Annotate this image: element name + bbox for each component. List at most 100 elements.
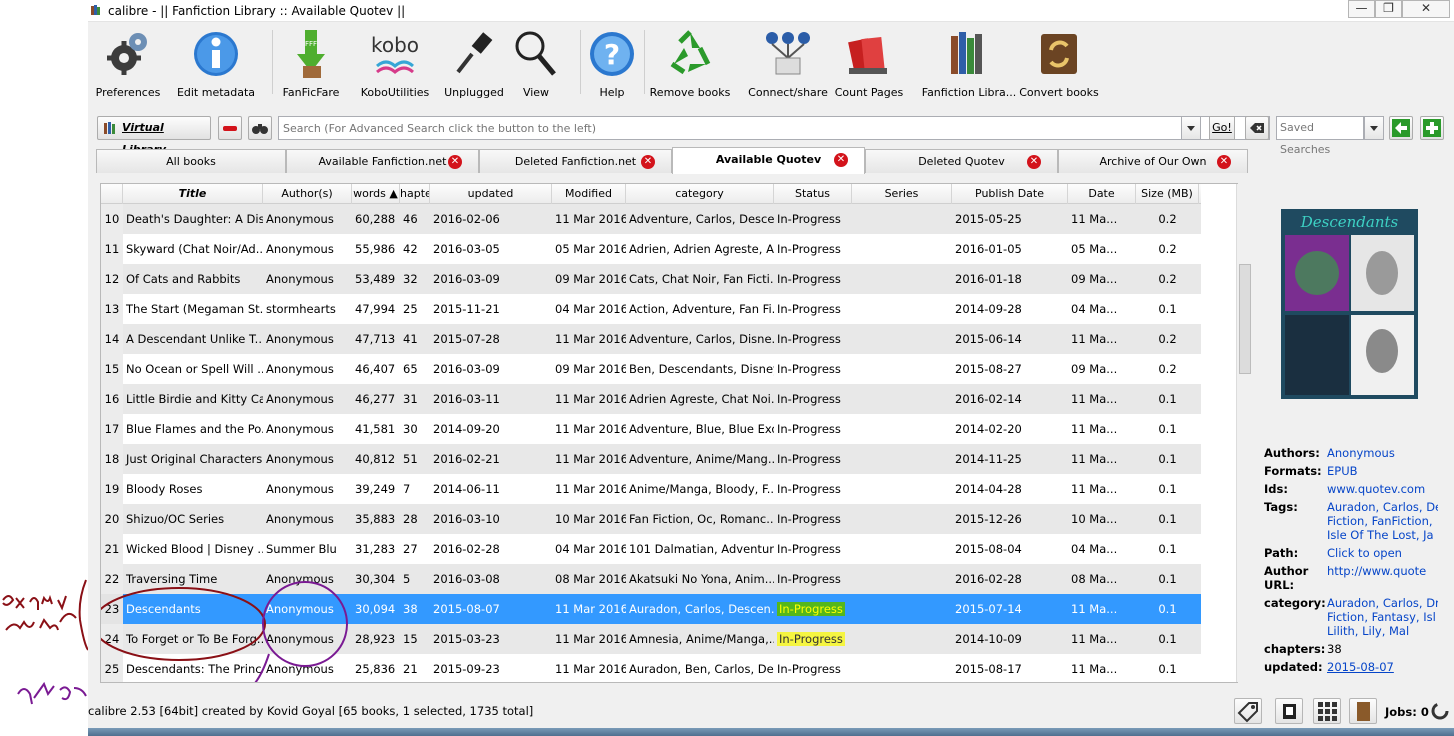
cell-date: 05 Ma... — [1071, 242, 1118, 256]
column-header[interactable]: Author(s) — [263, 184, 352, 204]
tag-browser-toggle[interactable] — [1234, 698, 1262, 724]
convert-books-button[interactable]: Convert books — [1019, 26, 1099, 99]
column-header[interactable]: hapte — [400, 184, 430, 204]
help-button[interactable]: ? Help — [582, 26, 642, 99]
view-button[interactable]: View — [506, 26, 566, 99]
edit-metadata-button[interactable]: Edit metadata — [177, 26, 255, 99]
column-header[interactable]: Size (MB) — [1136, 184, 1199, 204]
column-header[interactable]: words ▲ — [352, 184, 400, 204]
svg-text:kobo: kobo — [371, 33, 419, 57]
go-button[interactable]: Go! — [1209, 116, 1235, 140]
tab-available-fanfiction-net[interactable]: Available Fanfiction.net ✕ — [286, 149, 479, 173]
table-row[interactable]: 24 To Forget or To Be Forg... Anonymous 28,… — [101, 624, 1201, 654]
column-header[interactable]: Status — [774, 184, 852, 204]
cell-series — [852, 324, 952, 354]
save-search-button[interactable] — [1420, 116, 1444, 140]
table-row[interactable]: 22 Traversing Time Anonymous 30,304 5 2016-03… — [101, 564, 1201, 594]
table-row[interactable]: 12 Of Cats and Rabbits Anonymous 53,489 32 20… — [101, 264, 1201, 294]
tab-available-quotev[interactable]: Available Quotev ✕ — [672, 147, 865, 174]
tab-all-books[interactable]: All books — [96, 149, 286, 173]
table-row[interactable]: 15 No Ocean or Spell Will ... Anonymous 46,… — [101, 354, 1201, 384]
close-tab-icon[interactable]: ✕ — [1217, 155, 1231, 169]
detail-key: Tags: — [1264, 500, 1298, 514]
table-row[interactable]: 11 Skyward (Chat Noir/Ad... Anonymous 55,98… — [101, 234, 1201, 264]
table-row[interactable]: 19 Bloody Roses Anonymous 39,249 7 2014-06-11… — [101, 474, 1201, 504]
book-cover[interactable]: Descendants — [1281, 209, 1418, 399]
clear-search-button[interactable] — [1245, 116, 1269, 140]
search-history-dropdown[interactable] — [1181, 116, 1201, 140]
close-tab-icon[interactable]: ✕ — [448, 155, 462, 169]
close-tab-icon[interactable]: ✕ — [641, 155, 655, 169]
minimize-button[interactable]: — — [1348, 0, 1375, 18]
table-row[interactable]: 21 Wicked Blood | Disney ... Summer Blu 31,… — [101, 534, 1201, 564]
maximize-button[interactable]: ❐ — [1375, 0, 1402, 18]
details-scrollbar[interactable] — [1438, 436, 1452, 670]
table-row[interactable]: 25 Descendants: The Princ... Anonymous 25,8… — [101, 654, 1201, 682]
table-row[interactable]: 20 Shizuo/OC Series Anonymous 35,883 28 2016-… — [101, 504, 1201, 534]
detail-link[interactable]: http://www.quote — [1327, 564, 1426, 578]
virtual-library-tabs: All books Available Fanfiction.net ✕ Delete… — [96, 147, 1256, 174]
close-tab-icon[interactable]: ✕ — [834, 153, 848, 167]
table-row[interactable]: 17 Blue Flames and the Po... Anonymous 41,5… — [101, 414, 1201, 444]
grid-view-toggle[interactable] — [1313, 698, 1341, 724]
preferences-button[interactable]: Preferences — [96, 26, 160, 99]
close-tab-icon[interactable]: ✕ — [1027, 155, 1041, 169]
table-row[interactable]: 16 Little Birdie and Kitty Cat Anonymous 46… — [101, 384, 1201, 414]
saved-searches-dropdown[interactable] — [1364, 116, 1384, 140]
cell-author: Anonymous — [266, 512, 334, 526]
count-pages-button[interactable]: Count Pages — [835, 26, 903, 99]
detail-link[interactable]: 2015-08-07 — [1327, 660, 1394, 674]
fanficfare-button[interactable]: FFF FanFicFare — [281, 26, 341, 99]
cell-series — [852, 504, 952, 534]
row-number: 11 — [101, 234, 123, 264]
koboutilities-button[interactable]: kobo KoboUtilities — [361, 26, 430, 99]
detail-link[interactable]: Auradon, Carlos, De — [1327, 500, 1442, 514]
scrollbar-thumb[interactable] — [1239, 264, 1251, 374]
fanfiction-library-button[interactable]: Fanfiction Libra... — [922, 26, 1016, 99]
cell-updated: 2016-03-09 — [433, 272, 500, 286]
connect-share-button[interactable]: Connect/share — [748, 26, 828, 99]
cell-chapters: 31 — [403, 392, 418, 406]
detail-link[interactable]: Auradon, Carlos, Dr — [1327, 596, 1440, 610]
cell-date: 09 Ma... — [1071, 272, 1118, 286]
table-row[interactable]: 18 Just Original Characters... Anonymous 40… — [101, 444, 1201, 474]
column-header[interactable]: Date — [1068, 184, 1136, 204]
column-header[interactable]: Publish Date — [952, 184, 1068, 204]
book-details-toggle[interactable] — [1349, 698, 1377, 724]
jobs-count[interactable]: Jobs: 0 — [1385, 705, 1429, 719]
tab-archive-of-our-own[interactable]: Archive of Our Own ✕ — [1058, 149, 1248, 173]
cell-title: To Forget or To Be Forg... — [126, 632, 263, 646]
detail-link[interactable]: Isle Of The Lost, Ja — [1327, 528, 1434, 542]
advanced-search-button[interactable] — [248, 116, 272, 140]
cell-date: 10 Ma... — [1071, 512, 1118, 526]
cell-modified: 08 Mar 2016 — [555, 572, 626, 586]
virtual-library-button[interactable]: Virtual Library — [97, 116, 211, 156]
cover-browser-toggle[interactable] — [1275, 698, 1303, 724]
copy-search-button[interactable] — [1389, 116, 1413, 140]
detail-link[interactable]: EPUB — [1327, 464, 1358, 478]
detail-link[interactable]: Anonymous — [1327, 446, 1395, 460]
saved-searches-select[interactable]: Saved Searches — [1276, 116, 1364, 156]
search-input[interactable] — [278, 116, 1270, 140]
book-list-scrollbar[interactable] — [1236, 184, 1252, 682]
detail-link[interactable]: www.quotev.com — [1327, 482, 1425, 496]
tab-deleted-fanfiction-net[interactable]: Deleted Fanfiction.net ✕ — [479, 149, 672, 173]
detail-link[interactable]: Fiction, Fantasy, Isl — [1327, 610, 1436, 624]
detail-link[interactable]: Lilith, Lily, Mal — [1327, 624, 1409, 638]
cell-updated: 2016-02-21 — [433, 452, 500, 466]
column-header[interactable]: Title — [123, 184, 263, 204]
detail-link[interactable]: Click to open — [1327, 546, 1402, 560]
detail-link[interactable]: Fiction, FanFiction, — [1327, 514, 1433, 528]
remove-books-button[interactable]: Remove books — [650, 26, 730, 99]
clear-virtual-library-button[interactable] — [218, 116, 242, 140]
table-row[interactable]: 23 Descendants Anonymous 30,094 38 2015-08-07… — [101, 594, 1201, 624]
tab-deleted-quotev[interactable]: Deleted Quotev ✕ — [865, 149, 1058, 173]
column-header[interactable]: Series — [852, 184, 952, 204]
column-header[interactable]: category — [626, 184, 774, 204]
table-row[interactable]: 14 A Descendant Unlike T... Anonymous 47,71… — [101, 324, 1201, 354]
table-row[interactable]: 13 The Start (Megaman St... stormhearts 47,… — [101, 294, 1201, 324]
column-header[interactable]: updated — [430, 184, 552, 204]
close-window-button[interactable]: ✕ — [1402, 0, 1450, 18]
table-row[interactable]: 10 Death's Daughter: A Dis... Anonymous 60,… — [101, 204, 1201, 234]
column-header[interactable]: Modified — [552, 184, 626, 204]
